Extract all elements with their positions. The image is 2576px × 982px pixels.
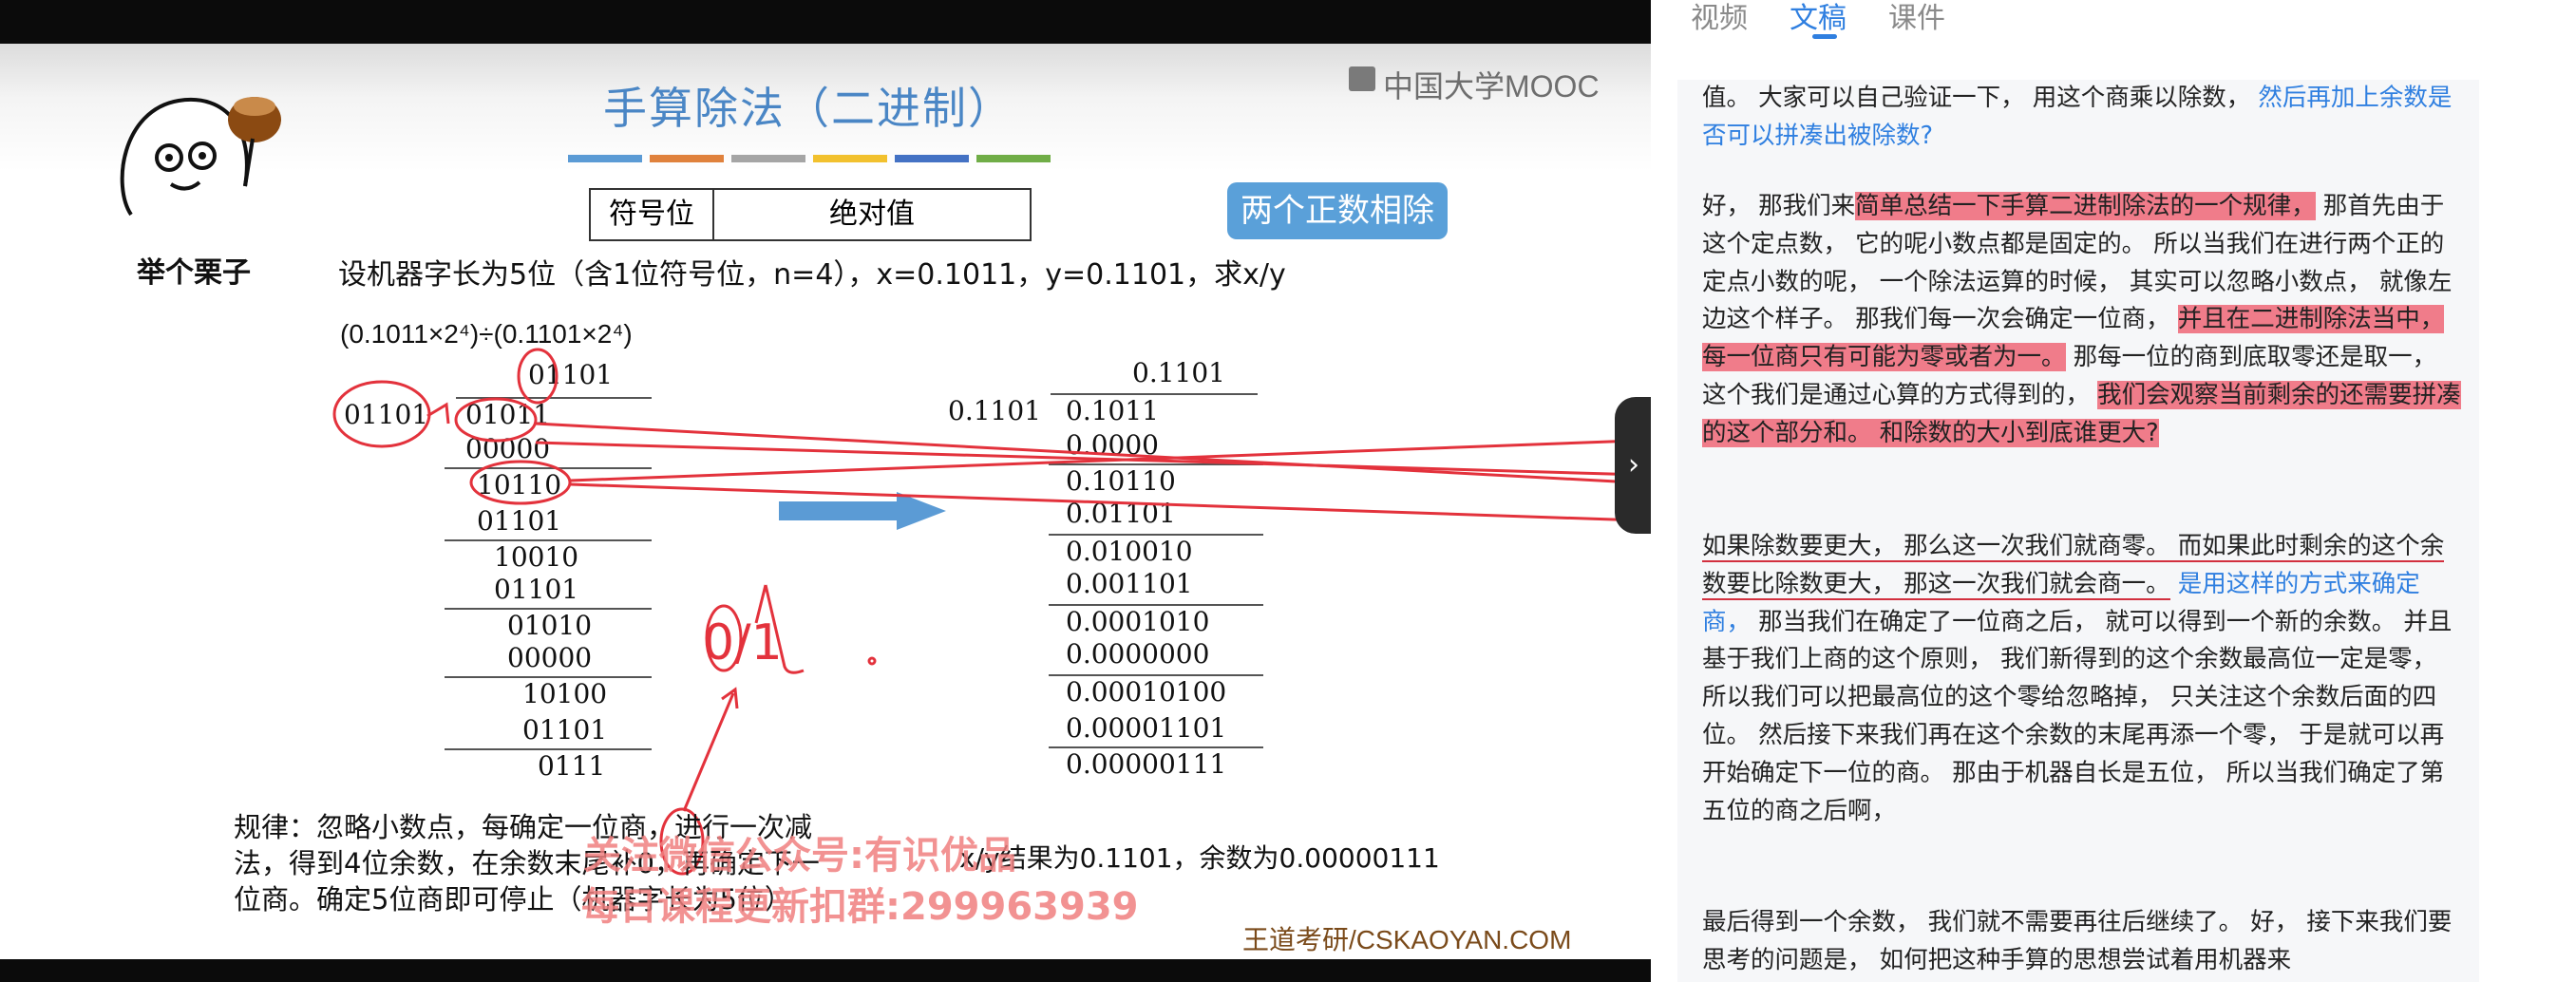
tab-transcript[interactable]: 文稿 [1790,0,1847,36]
active-tab-indicator [1812,34,1837,39]
transcript-paragraph-4: 最后得到一个余数， 我们就不需要再往后继续了。 好， 接下来我们要思考的问题是，… [1702,904,2462,980]
transcript-highlight-red: 简单总结一下手算二进制除法的一个规律， [1855,192,2316,220]
transcript-paragraph-2: 好， 那我们来简单总结一下手算二进制除法的一个规律， 那首先由于这个定点数， 它… [1702,188,2462,453]
transcript-text: 值。 大家可以自己验证一下， 用这个商乘以除数， [1702,84,2259,112]
lecture-slide: 举个栗子 手算除法（二进制） 中国大学MOOC 符号位 绝对值 两个正数相除 设… [0,44,1651,959]
chevron-right-icon: › [1628,448,1639,482]
video-top-bar [0,0,1651,44]
tab-video[interactable]: 视频 [1691,0,1748,36]
transcript-text: 最后得到一个余数， 我们就不需要再往后继续了。 好， 接下来我们要思考的问题是，… [1702,908,2453,974]
transcript-text: 那当我们在确定了一位商之后， 就可以得到一个新的余数。 并且基于我们上商的这个原… [1702,607,2453,825]
transcript-paragraph-3: 如果除数要更大， 那么这一次我们就商零。 而如果此时剩余的这个余数要比除数更大，… [1702,528,2462,830]
transcript-text: 好， 那我们来 [1702,192,1856,220]
division-result: x/y结果为0.1101，余数为0.00000111 [959,842,1440,874]
transcript-underline: 如果除数要更大， 那么这一次我们就商零。 [1702,532,2170,562]
collapse-panel-button[interactable]: › [1615,397,1653,534]
tab-courseware[interactable]: 课件 [1888,0,1945,36]
panel-tabs: 视频 文稿 课件 [1651,0,2576,76]
transcript-paragraph-1: 值。 大家可以自己验证一下， 用这个商乘以除数， 然后再加上余数是否可以拼凑出被… [1702,80,2462,156]
brand-watermark: 王道考研/CSKAOYAN.COM [1242,925,1572,954]
annotation-text: 0/1 [703,614,783,671]
watermark-wechat: 关注微信公众号:有识优品 [583,834,1016,878]
video-bottom-bar [0,959,1651,982]
watermark-qq-group: 每日课程更新扣群:299963939 [581,885,1139,929]
video-player[interactable]: 举个栗子 手算除法（二进制） 中国大学MOOC 符号位 绝对值 两个正数相除 设… [0,0,1651,982]
